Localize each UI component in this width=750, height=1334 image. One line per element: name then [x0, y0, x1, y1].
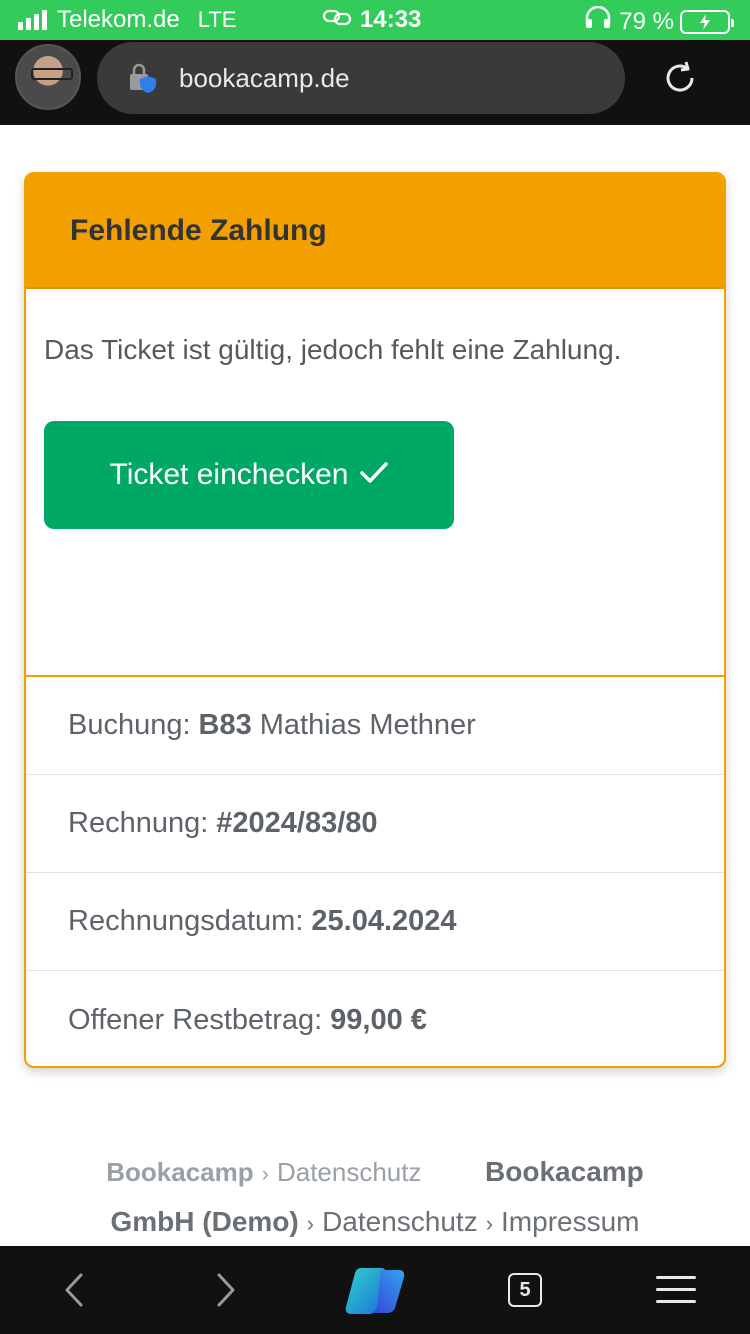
back-icon[interactable] — [46, 1246, 102, 1334]
checkin-button-label: Ticket einchecken — [109, 458, 349, 491]
outstanding-label: Offener Restbetrag: — [68, 1003, 323, 1036]
menu-icon[interactable] — [650, 1246, 702, 1334]
invoice-label: Rechnung: — [68, 807, 209, 839]
carrier-name: Telekom.de — [57, 6, 180, 33]
checkmark-icon — [359, 458, 389, 492]
status-left: Telekom.de LTE — [18, 6, 236, 34]
outstanding-amount: 99,00 € — [330, 1003, 427, 1036]
booking-id: B83 — [198, 709, 252, 741]
footer-link-company[interactable]: Bookacamp — [485, 1156, 644, 1187]
booking-label: Buchung: — [68, 709, 191, 741]
status-center: 14:33 — [322, 6, 421, 34]
footer-link-company-cont[interactable]: GmbH (Demo) — [111, 1206, 299, 1237]
footer-link-datenschutz-2[interactable]: Datenschutz — [322, 1206, 478, 1237]
battery-charging-icon — [680, 9, 734, 34]
network-type: LTE — [197, 7, 237, 32]
invoice-date-label: Rechnungsdatum: — [68, 905, 304, 937]
tab-count: 5 — [508, 1273, 542, 1307]
footer-link-bookacamp[interactable]: Bookacamp — [106, 1157, 253, 1187]
list-item-outstanding: Offener Restbetrag: 99,00 € — [26, 971, 724, 1066]
status-message: Das Ticket ist gültig, jedoch fehlt eine… — [44, 334, 622, 365]
link-icon — [322, 6, 352, 34]
chevron-right-icon: › — [485, 1211, 494, 1236]
address-bar[interactable]: bookacamp.de — [97, 42, 625, 114]
checkin-button[interactable]: Ticket einchecken — [44, 421, 454, 529]
status-bar: Telekom.de LTE 14:33 79 % — [0, 0, 750, 40]
list-item-booking: Buchung: B83 Mathias Methner — [26, 677, 724, 775]
invoice-number: #2024/83/80 — [216, 807, 378, 839]
payment-card: Fehlende Zahlung Das Ticket ist gültig, … — [24, 172, 726, 1068]
reload-icon[interactable] — [660, 58, 700, 98]
clock: 14:33 — [360, 6, 422, 33]
footer-breadcrumb: Bookacamp › Datenschutz Bookacamp GmbH (De… — [0, 1148, 750, 1246]
avatar[interactable] — [15, 44, 81, 110]
browser-bar: bookacamp.de — [0, 40, 750, 125]
bottom-toolbar: 5 — [0, 1246, 750, 1334]
tabs-icon[interactable]: 5 — [500, 1246, 550, 1334]
card-body: Das Ticket ist gültig, jedoch fehlt eine… — [26, 289, 724, 677]
footer-line-1: Bookacamp › Datenschutz Bookacamp — [0, 1148, 750, 1198]
footer-line-2: GmbH (Demo) › Datenschutz › Impressum — [0, 1198, 750, 1248]
battery-percent: 79 % — [619, 7, 674, 35]
chevron-right-icon: › — [261, 1161, 269, 1186]
copilot-icon[interactable] — [340, 1246, 410, 1334]
forward-icon[interactable] — [198, 1246, 254, 1334]
card-title: Fehlende Zahlung — [70, 213, 327, 247]
headphones-icon — [583, 5, 613, 37]
booking-name: Mathias Methner — [259, 709, 476, 741]
invoice-date-value: 25.04.2024 — [311, 905, 457, 937]
signal-icon — [18, 10, 47, 30]
footer-link-datenschutz[interactable]: Datenschutz — [277, 1157, 422, 1187]
card-header: Fehlende Zahlung — [26, 174, 724, 289]
footer-link-impressum[interactable]: Impressum — [501, 1206, 639, 1237]
chevron-right-icon: › — [306, 1211, 315, 1236]
url-text: bookacamp.de — [179, 62, 350, 93]
status-right: 79 % — [583, 5, 734, 37]
lock-shield-icon — [127, 62, 159, 94]
list-item-invoice: Rechnung: #2024/83/80 — [26, 775, 724, 873]
list-item-invoice-date: Rechnungsdatum: 25.04.2024 — [26, 873, 724, 971]
